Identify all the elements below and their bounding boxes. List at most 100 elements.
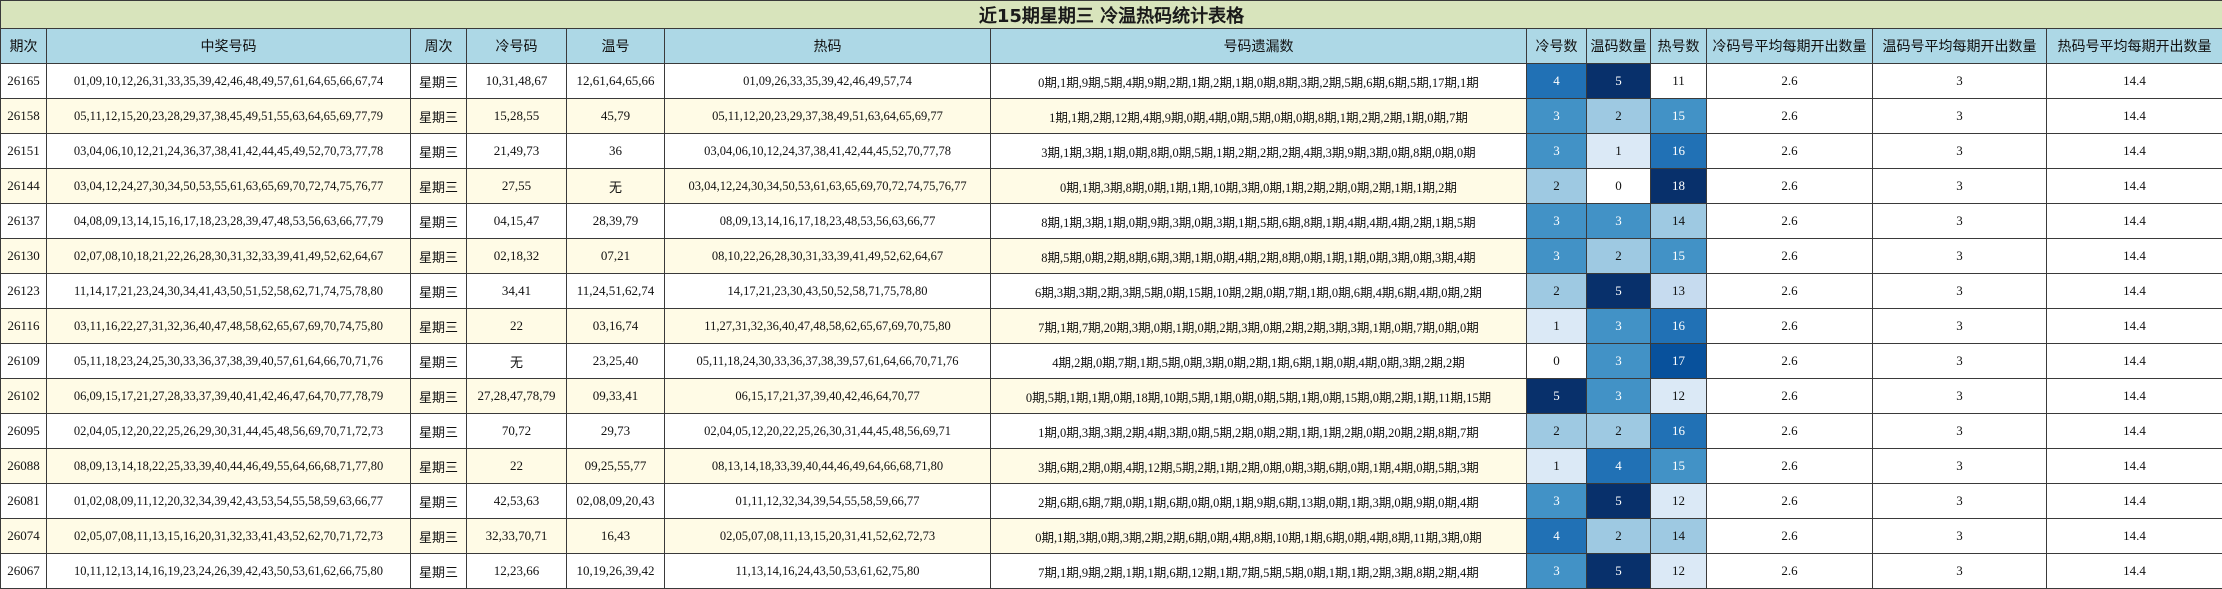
cell-warm-average: 3 [1872,203,2047,239]
cell-period: 26151 [0,133,47,169]
header-warm-average: 温码号平均每期开出数量 [1872,28,2047,64]
cell-hot-numbers: 01,09,26,33,35,39,42,46,49,57,74 [664,63,991,99]
cell-period: 26088 [0,448,47,484]
cell-warm-count: 2 [1586,238,1651,274]
cell-hot-average: 14.4 [2045,483,2222,519]
cell-weekday: 星期三 [410,448,467,484]
cell-winning-numbers: 05,11,12,15,20,23,28,29,37,38,45,49,51,5… [46,98,411,134]
cell-omission: 2期,6期,6期,7期,0期,1期,6期,0期,0期,1期,9期,6期,13期,… [990,483,1527,519]
cell-weekday: 星期三 [410,63,467,99]
cell-warm-numbers: 16,43 [566,518,665,554]
cell-cold-average: 2.6 [1706,448,1873,484]
cell-hot-count: 16 [1650,308,1707,344]
cell-warm-average: 3 [1872,378,2047,414]
cell-omission: 7期,1期,9期,2期,1期,1期,6期,12期,1期,7期,5期,5期,0期,… [990,553,1527,589]
cell-hot-average: 14.4 [2045,518,2222,554]
cell-hot-average: 14.4 [2045,168,2222,204]
cell-cold-count: 5 [1526,378,1587,414]
cell-warm-numbers: 09,25,55,77 [566,448,665,484]
header-warm-count: 温码数量 [1586,28,1651,64]
cell-hot-numbers: 06,15,17,21,37,39,40,42,46,64,70,77 [664,378,991,414]
cell-cold-average: 2.6 [1706,133,1873,169]
header-warm-numbers: 温号 [566,28,665,64]
cell-warm-count: 3 [1586,203,1651,239]
stats-table-wrapper: 近15期星期三 冷温热码统计表格 期次 中奖号码 周次 冷号码 温号 热码 号码… [0,0,2222,589]
cell-warm-count: 5 [1586,483,1651,519]
cell-winning-numbers: 02,04,05,12,20,22,25,26,29,30,31,44,45,4… [46,413,411,449]
cell-weekday: 星期三 [410,343,467,379]
cell-hot-average: 14.4 [2045,273,2222,309]
cell-cold-numbers: 无 [466,343,567,379]
header-cold-average: 冷码号平均每期开出数量 [1706,28,1873,64]
table-row: 26130 02,07,08,10,18,21,22,26,28,30,31,32… [0,238,2222,274]
cell-warm-average: 3 [1872,553,2047,589]
cell-weekday: 星期三 [410,518,467,554]
cell-hot-numbers: 01,11,12,32,34,39,54,55,58,59,66,77 [664,483,991,519]
cell-cold-count: 2 [1526,273,1587,309]
cell-hot-count: 14 [1650,518,1707,554]
cell-cold-numbers: 21,49,73 [466,133,567,169]
cell-period: 26095 [0,413,47,449]
cell-hot-numbers: 02,05,07,08,11,13,15,20,31,41,52,62,72,7… [664,518,991,554]
cell-warm-count: 2 [1586,413,1651,449]
cell-omission: 6期,3期,3期,2期,3期,5期,0期,15期,10期,2期,0期,7期,1期… [990,273,1527,309]
cell-winning-numbers: 01,02,08,09,11,12,20,32,34,39,42,43,53,5… [46,483,411,519]
header-cold-count: 冷号数 [1526,28,1587,64]
cell-winning-numbers: 10,11,12,13,14,16,19,23,24,26,39,42,43,5… [46,553,411,589]
cell-hot-numbers: 05,11,18,24,30,33,36,37,38,39,57,61,64,6… [664,343,991,379]
cell-cold-count: 0 [1526,343,1587,379]
header-cold-numbers: 冷号码 [466,28,567,64]
cell-cold-count: 3 [1526,483,1587,519]
cell-cold-count: 3 [1526,98,1587,134]
header-weekday: 周次 [410,28,467,64]
header-hot-count: 热号数 [1650,28,1707,64]
cell-hot-count: 15 [1650,238,1707,274]
cell-period: 26158 [0,98,47,134]
cell-hot-count: 17 [1650,343,1707,379]
cell-weekday: 星期三 [410,483,467,519]
cell-hot-count: 12 [1650,553,1707,589]
cell-hot-numbers: 14,17,21,23,30,43,50,52,58,71,75,78,80 [664,273,991,309]
cell-warm-average: 3 [1872,343,2047,379]
cell-warm-numbers: 10,19,26,39,42 [566,553,665,589]
cell-hot-count: 16 [1650,133,1707,169]
cell-hot-average: 14.4 [2045,238,2222,274]
cell-cold-count: 4 [1526,518,1587,554]
cell-hot-average: 14.4 [2045,378,2222,414]
cell-omission: 8期,1期,3期,1期,0期,9期,3期,0期,3期,1期,5期,6期,8期,1… [990,203,1527,239]
cell-hot-numbers: 11,27,31,32,36,40,47,48,58,62,65,67,69,7… [664,308,991,344]
cell-warm-average: 3 [1872,273,2047,309]
cell-warm-average: 3 [1872,133,2047,169]
cell-warm-average: 3 [1872,168,2047,204]
cell-cold-count: 1 [1526,448,1587,484]
cell-cold-average: 2.6 [1706,238,1873,274]
cell-weekday: 星期三 [410,168,467,204]
cell-winning-numbers: 03,11,16,22,27,31,32,36,40,47,48,58,62,6… [46,308,411,344]
cell-hot-numbers: 02,04,05,12,20,22,25,26,30,31,44,45,48,5… [664,413,991,449]
cell-winning-numbers: 03,04,06,10,12,21,24,36,37,38,41,42,44,4… [46,133,411,169]
cell-weekday: 星期三 [410,553,467,589]
cell-warm-numbers: 07,21 [566,238,665,274]
cell-cold-count: 3 [1526,553,1587,589]
cell-hot-count: 16 [1650,413,1707,449]
cell-hot-count: 15 [1650,98,1707,134]
cell-winning-numbers: 08,09,13,14,18,22,25,33,39,40,44,46,49,5… [46,448,411,484]
cell-cold-count: 3 [1526,238,1587,274]
cell-cold-numbers: 27,28,47,78,79 [466,378,567,414]
cell-period: 26165 [0,63,47,99]
cell-warm-count: 4 [1586,448,1651,484]
cell-omission: 0期,1期,3期,0期,3期,2期,2期,6期,0期,4期,8期,10期,1期,… [990,518,1527,554]
cell-warm-numbers: 23,25,40 [566,343,665,379]
cell-hot-average: 14.4 [2045,553,2222,589]
cell-weekday: 星期三 [410,98,467,134]
cell-cold-numbers: 15,28,55 [466,98,567,134]
cell-period: 26081 [0,483,47,519]
cell-winning-numbers: 05,11,18,23,24,25,30,33,36,37,38,39,40,5… [46,343,411,379]
cell-warm-average: 3 [1872,448,2047,484]
cell-weekday: 星期三 [410,273,467,309]
cell-cold-average: 2.6 [1706,518,1873,554]
cell-cold-numbers: 22 [466,448,567,484]
cell-cold-average: 2.6 [1706,98,1873,134]
cell-warm-average: 3 [1872,413,2047,449]
cell-warm-average: 3 [1872,483,2047,519]
